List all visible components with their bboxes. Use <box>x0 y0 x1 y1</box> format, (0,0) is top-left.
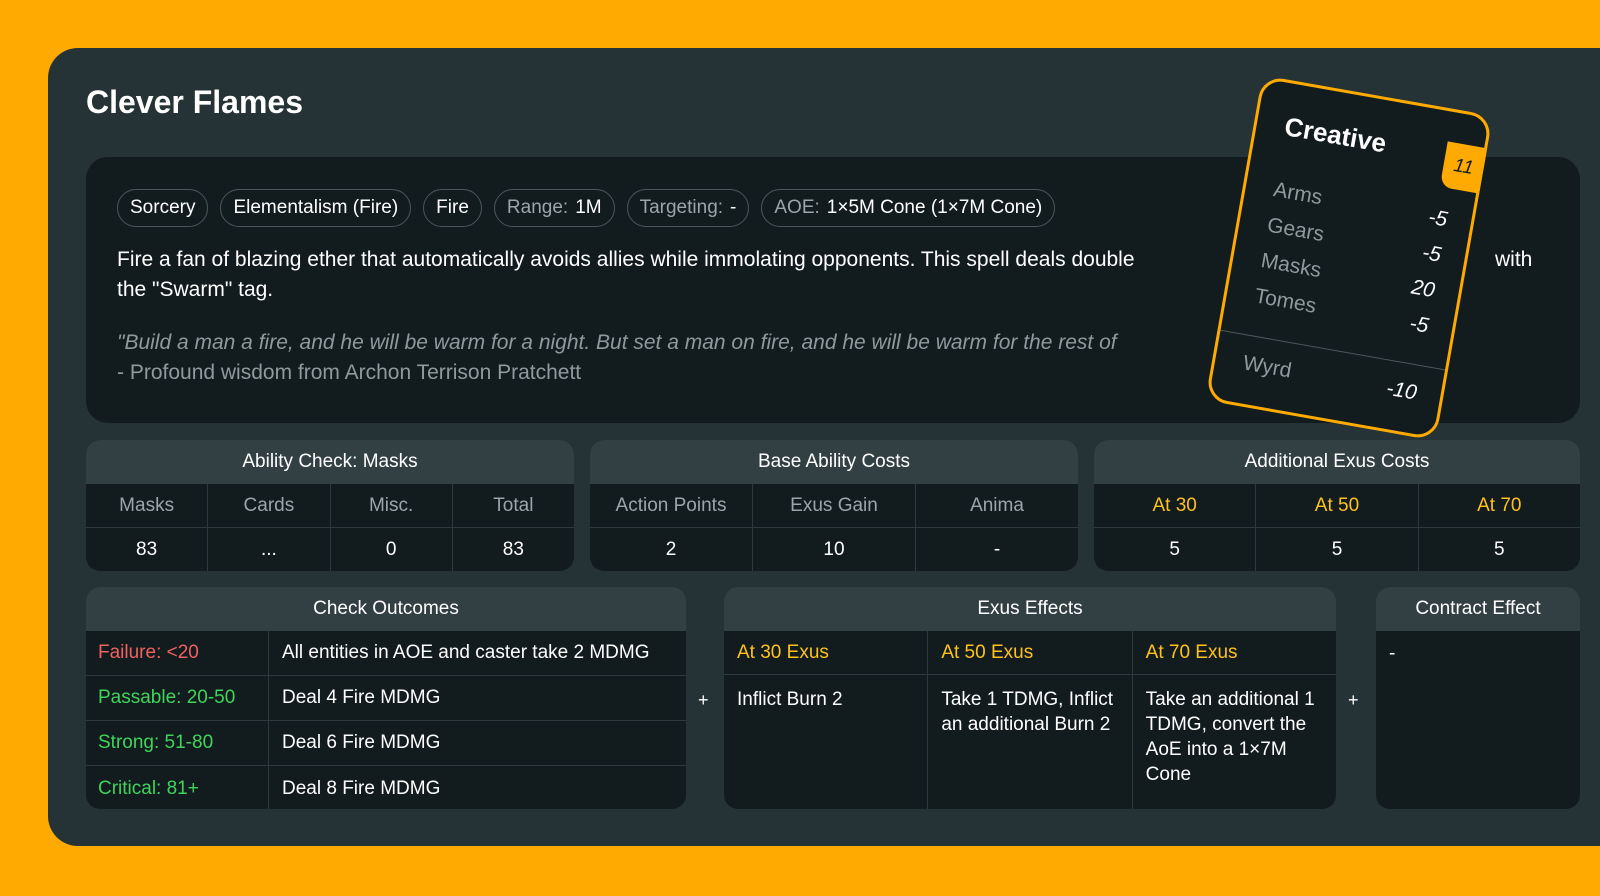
stat-value: -5 <box>1426 205 1450 232</box>
stat-value: -5 <box>1407 311 1431 338</box>
column-header: Anima <box>916 484 1078 528</box>
column-header: Misc. <box>330 484 452 528</box>
column-header: At 70 <box>1418 484 1580 528</box>
column-header: Masks <box>86 484 208 528</box>
effect-text: Inflict Burn 2 <box>737 689 843 710</box>
tag-key: Range: <box>506 197 569 218</box>
exus-costs-table: Additional Exus Costs At 30 5 At 50 5 At 7… <box>1094 440 1580 571</box>
column-header: Total <box>452 484 574 528</box>
table-title: Exus Effects <box>724 587 1336 631</box>
outcome-label-failure: Failure: <20 <box>86 631 269 675</box>
tag-value: 1M <box>575 197 602 218</box>
stat-value: -10 <box>1384 376 1419 405</box>
table-title: Base Ability Costs <box>590 440 1078 484</box>
tag-discipline: Elementalism (Fire) <box>220 189 412 227</box>
base-costs-table: Base Ability Costs Action Points 2 Exus G… <box>590 440 1078 571</box>
quote-attribution: - Profound wisdom from Archon Terrison P… <box>117 361 582 384</box>
table-title: Check Outcomes <box>86 587 686 631</box>
column-header: At 30 <box>1094 484 1256 528</box>
exus-effects-table: Exus Effects At 30 Exus Inflict Burn 2 At… <box>724 587 1336 809</box>
column-header: Exus Gain <box>753 484 915 528</box>
table-cell: - <box>993 539 1001 560</box>
contract-effect-text: - <box>1389 643 1396 664</box>
contract-effect-table: Contract Effect - <box>1376 587 1580 809</box>
stat-label: Masks <box>1259 248 1324 283</box>
table-cell: 5 <box>1494 539 1505 560</box>
stat-value: -5 <box>1420 240 1443 267</box>
tag-range: Range: 1M <box>493 189 615 227</box>
check-outcomes-table: Check Outcomes Failure: <20 All entities… <box>86 587 686 809</box>
tag-list: Sorcery Elementalism (Fire) Fire Range: 1… <box>117 189 1056 227</box>
stat-label: Tomes <box>1253 284 1318 318</box>
table-row: Strong: 51-80 Deal 6 Fire MDMG <box>86 721 686 766</box>
tag-element: Fire <box>423 189 482 227</box>
plus-separator: + <box>1348 690 1359 710</box>
tag-value: Elementalism (Fire) <box>233 197 399 218</box>
tag-value: Sorcery <box>130 197 196 218</box>
stat-label: Gears <box>1265 213 1326 247</box>
column-header: At 70 Exus <box>1132 631 1336 675</box>
tag-value: Fire <box>436 197 469 218</box>
column-header: At 50 <box>1256 484 1418 528</box>
description-line1: Fire a fan of blazing ether that automat… <box>117 248 1135 271</box>
column-header: Cards <box>208 484 330 528</box>
column-header: Action Points <box>590 484 752 528</box>
tag-value: 1×5M Cone (1×7M Cone) <box>826 197 1043 218</box>
card-cost-badge: 11 <box>1439 141 1488 194</box>
column-header: At 30 Exus <box>724 631 928 675</box>
tag-school: Sorcery <box>117 189 209 227</box>
stat-label: Arms <box>1271 178 1325 210</box>
effect-text: Take 1 TDMG, Inflict an additional Burn … <box>941 689 1114 735</box>
description-tail: with <box>1495 248 1533 271</box>
tag-targeting: Targeting: - <box>626 189 750 227</box>
outcome-value: All entities in AOE and caster take 2 MD… <box>282 642 650 663</box>
tag-key: Targeting: <box>639 197 724 218</box>
tag-key: AOE: <box>774 197 820 218</box>
table-cell: 5 <box>1331 539 1343 560</box>
table-title: Additional Exus Costs <box>1094 440 1580 484</box>
effect-text: Take an additional 1 TDMG, convert the A… <box>1145 689 1315 785</box>
table-cell: ... <box>260 539 277 560</box>
outcome-value: Deal 6 Fire MDMG <box>282 732 441 753</box>
table-cell: 83 <box>136 539 158 560</box>
table-row: Critical: 81+ Deal 8 Fire MDMG <box>86 766 686 809</box>
table-cell: 5 <box>1169 539 1180 560</box>
stat-value: 20 <box>1409 275 1437 303</box>
table-cell: 10 <box>823 539 845 560</box>
table-title: Ability Check: Masks <box>86 440 574 484</box>
card-title: Creative <box>1282 111 1389 159</box>
outcome-value: Deal 8 Fire MDMG <box>282 777 441 799</box>
column-header: At 50 Exus <box>928 631 1132 675</box>
stat-label: Wyrd <box>1241 351 1294 383</box>
outcome-value: Deal 4 Fire MDMG <box>282 687 441 708</box>
page-title: Clever Flames <box>86 84 304 120</box>
ability-check-table: Ability Check: Masks Masks 83 Cards... Mi… <box>86 440 574 571</box>
table-cell: 83 <box>502 539 524 560</box>
outcome-label-critical: Critical: 81+ <box>86 766 269 809</box>
tag-aoe: AOE: 1×5M Cone (1×7M Cone) <box>761 189 1056 227</box>
description-line2: the "Swarm" tag. <box>117 278 274 301</box>
tag-value: - <box>730 197 737 218</box>
table-row: Passable: 20-50 Deal 4 Fire MDMG <box>86 676 686 721</box>
table-cell: 2 <box>665 539 677 560</box>
outcome-label-passable: Passable: 20-50 <box>86 676 269 720</box>
table-title: Contract Effect <box>1376 587 1580 631</box>
table-row: Failure: <20 All entities in AOE and cas… <box>86 631 686 676</box>
table-cell: 0 <box>385 539 397 560</box>
plus-separator: + <box>698 690 709 710</box>
outcome-label-strong: Strong: 51-80 <box>86 721 269 765</box>
